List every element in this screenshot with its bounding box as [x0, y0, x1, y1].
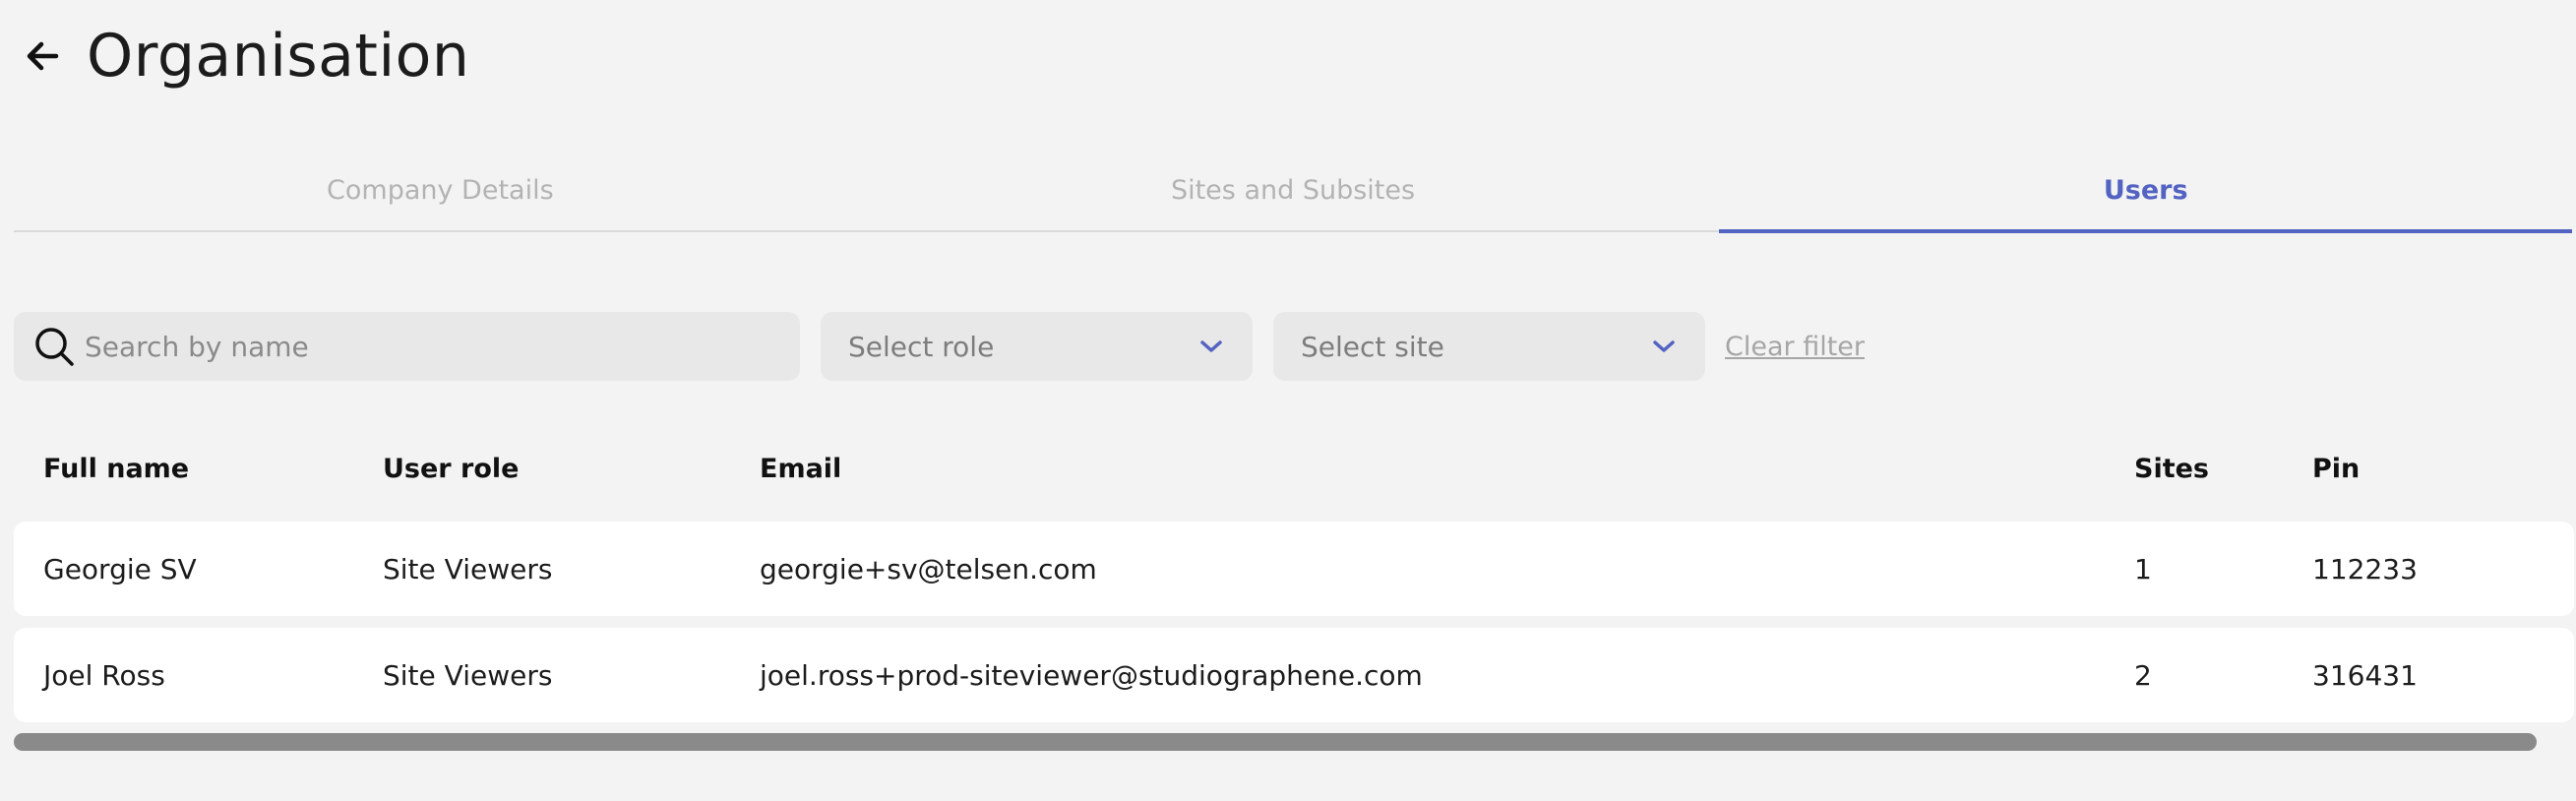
- tab-company-details[interactable]: Company Details: [14, 150, 867, 230]
- cell-sites: 2: [2134, 658, 2152, 692]
- search-input[interactable]: [85, 330, 773, 363]
- column-header-sites[interactable]: Sites: [2134, 454, 2312, 484]
- cell-pin: 112233: [2312, 552, 2418, 585]
- page-header: Organisation: [18, 18, 469, 94]
- role-select-label: Select role: [848, 330, 995, 363]
- cell-full-name: Joel Ross: [43, 658, 165, 692]
- tab-bar: Company Details Sites and Subsites Users: [14, 150, 2572, 233]
- table-row[interactable]: Georgie SV Site Viewers georgie+sv@telse…: [14, 522, 2574, 616]
- cell-user-role: Site Viewers: [383, 552, 553, 585]
- cell-full-name: Georgie SV: [43, 552, 197, 585]
- chevron-down-icon: [1200, 340, 1222, 352]
- organisation-page: Organisation Company Details Sites and S…: [0, 0, 2576, 801]
- column-header-email[interactable]: Email: [760, 454, 2134, 484]
- tab-sites-and-subsites[interactable]: Sites and Subsites: [867, 150, 1720, 230]
- role-select[interactable]: Select role: [821, 312, 1253, 381]
- horizontal-scrollbar[interactable]: [14, 733, 2537, 751]
- back-button[interactable]: [18, 31, 67, 81]
- chevron-down-icon: [1653, 340, 1675, 352]
- tab-users[interactable]: Users: [1719, 150, 2572, 233]
- site-select[interactable]: Select site: [1273, 312, 1705, 381]
- cell-user-role: Site Viewers: [383, 658, 553, 692]
- column-header-full-name[interactable]: Full name: [14, 454, 383, 484]
- column-header-pin[interactable]: Pin: [2312, 454, 2574, 484]
- column-header-user-role[interactable]: User role: [383, 454, 760, 484]
- search-icon: [35, 328, 74, 366]
- filter-bar: Select role Select site Clear filter: [14, 312, 1865, 381]
- page-title: Organisation: [87, 22, 470, 91]
- table-row[interactable]: Joel Ross Site Viewers joel.ross+prod-si…: [14, 628, 2574, 722]
- table-body: Georgie SV Site Viewers georgie+sv@telse…: [14, 522, 2574, 722]
- table-header: Full name User role Email Sites Pin: [14, 433, 2574, 504]
- cell-pin: 316431: [2312, 658, 2418, 692]
- cell-email: georgie+sv@telsen.com: [760, 552, 1097, 585]
- arrow-left-icon: [27, 41, 59, 71]
- users-table: Full name User role Email Sites Pin Geor…: [14, 433, 2574, 734]
- search-box: [14, 312, 800, 381]
- cell-email: joel.ross+prod-siteviewer@studiographene…: [760, 658, 1423, 692]
- site-select-label: Select site: [1301, 330, 1444, 363]
- clear-filter-link[interactable]: Clear filter: [1725, 332, 1865, 362]
- cell-sites: 1: [2134, 552, 2152, 585]
